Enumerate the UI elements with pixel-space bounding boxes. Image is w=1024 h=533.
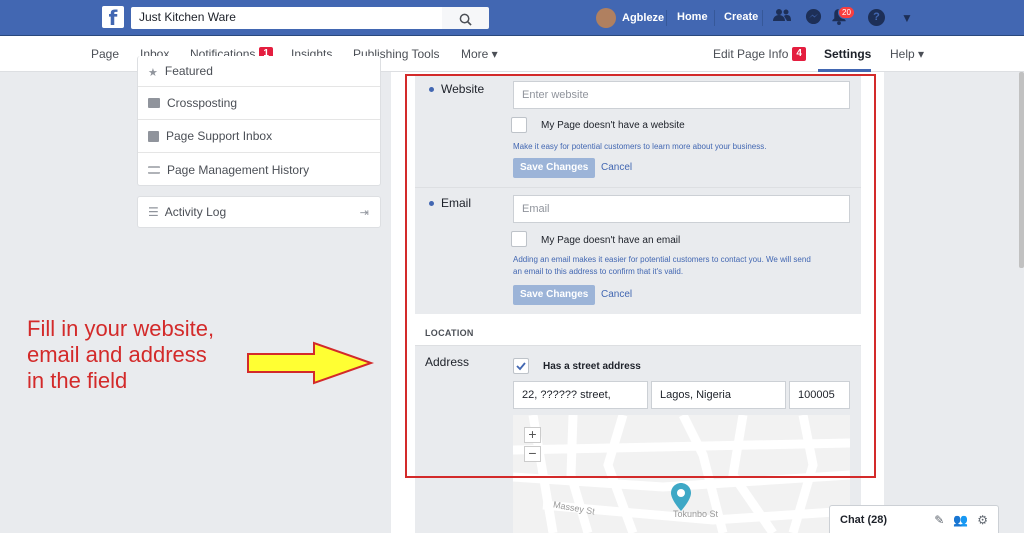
settings-sidebar: ★ Featured Crossposting Page Support Inb… [137,56,381,186]
sidebar-item-label: Featured [164,64,213,78]
sidebar-item-featured[interactable]: ★ Featured [138,56,380,87]
tab-settings[interactable]: Settings [824,47,871,61]
help-icon[interactable]: ? [868,9,885,26]
facebook-icon [148,130,159,142]
new-message-icon[interactable]: ✎ [934,513,944,527]
account-menu-chevron-down-icon[interactable]: ▼ [901,11,913,25]
annotation-line: Fill in your website, [27,316,215,341]
friend-requests-icon[interactable] [772,8,792,28]
sidebar-item-activity-log[interactable]: ☰ Activity Log ⇥ [138,197,380,227]
sidebar-item-page-support-inbox[interactable]: Page Support Inbox [138,120,380,153]
history-icon [148,165,160,174]
chat-label: Chat (28) [840,514,888,526]
divider [714,10,715,26]
annotation-text: Fill in your website, email and address … [27,316,214,394]
chat-actions: ✎ 👥 ⚙ [934,513,988,527]
divider [762,10,763,26]
home-link[interactable]: Home [677,11,708,23]
edit-page-info-badge: 4 [792,47,806,61]
tab-label: Page [91,47,120,61]
tab-label: Edit Page Info [713,47,789,61]
sidebar-item-label: Activity Log [164,205,227,219]
star-icon: ★ [148,67,158,79]
search-input[interactable]: Just Kitchen Ware [131,7,442,29]
facebook-logo-icon[interactable]: f [102,6,124,30]
tab-label: Settings [824,47,872,61]
open-icon: ⇥ [359,206,369,219]
tab-label: More ▾ [461,47,498,61]
annotation-arrow-icon [247,341,375,385]
notifications-count-badge: 20 [838,6,855,19]
map-pin-icon [671,483,691,511]
annotation-highlight-frame [405,74,876,478]
annotation-line: in the field [27,368,128,393]
sidebar-item-label: Page Management History [167,162,310,177]
avatar [596,8,616,28]
search-icon[interactable] [442,7,489,29]
tab-edit-page-info[interactable]: Edit Page Info 4 [713,47,806,61]
messenger-icon[interactable] [803,8,823,28]
sidebar-item-label: Crossposting [167,96,238,110]
sidebar-item-page-management-history[interactable]: Page Management History [138,153,380,186]
page-scrollbar[interactable] [1019,72,1024,268]
top-navigation-bar: f Just Kitchen Ware Agbleze Home Create … [0,0,1024,36]
profile-link[interactable]: Agbleze [596,6,664,30]
divider [666,10,667,26]
list-icon: ☰ [148,205,159,219]
tab-page[interactable]: Page [91,47,119,61]
video-icon [148,98,160,108]
sidebar-item-crossposting[interactable]: Crossposting [138,87,380,120]
create-link[interactable]: Create [724,11,758,23]
gear-icon[interactable]: ⚙ [977,513,988,527]
annotation-line: email and address [27,342,207,367]
activity-log-card[interactable]: ☰ Activity Log ⇥ [137,196,381,228]
chat-bar[interactable]: Chat (28) ✎ 👥 ⚙ [829,505,999,533]
tab-more[interactable]: More ▾ [461,47,498,61]
user-name: Agbleze [622,12,665,24]
group-chat-icon[interactable]: 👥 [953,513,968,527]
sidebar-item-label: Page Support Inbox [166,129,273,143]
tab-help[interactable]: Help ▾ [890,47,924,61]
tab-label: Help ▾ [890,47,925,61]
